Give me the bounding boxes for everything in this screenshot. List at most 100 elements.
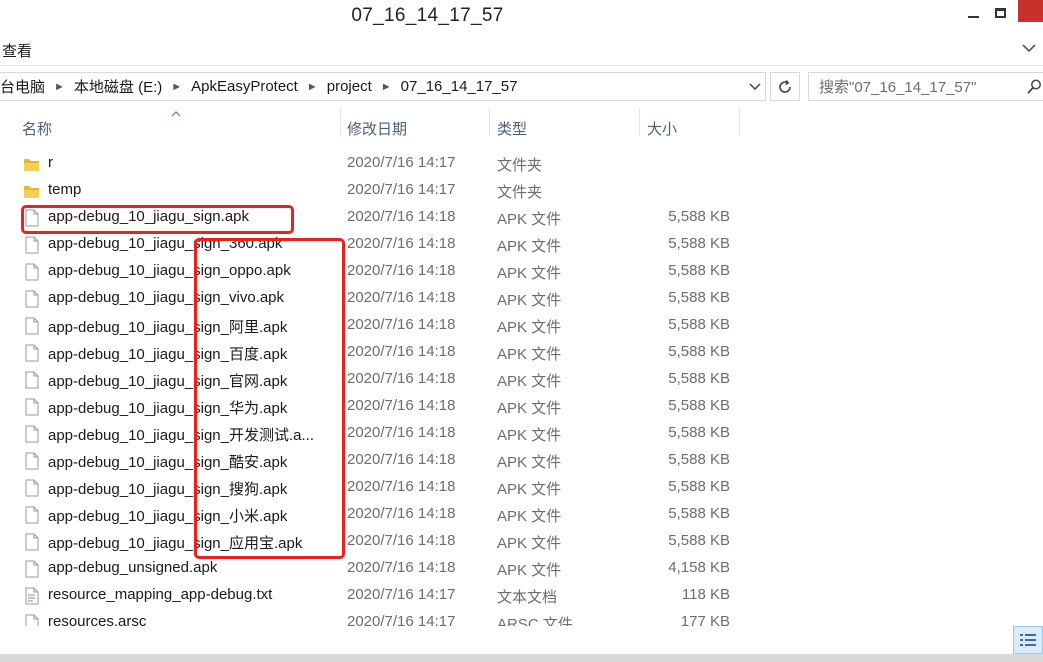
file-icon bbox=[25, 533, 39, 551]
search-input[interactable]: 搜索"07_16_14_17_57" bbox=[808, 72, 1043, 101]
file-icon bbox=[25, 317, 39, 335]
address-bar[interactable]: 台电脑 ► 本地磁盘 (E:) ► ApkEasyProtect ► proje… bbox=[0, 72, 766, 101]
file-size: 5,588 KB bbox=[668, 208, 730, 225]
file-type: APK 文件 bbox=[497, 265, 562, 282]
breadcrumb-separator-icon[interactable]: ► bbox=[49, 81, 70, 93]
file-row[interactable]: app-debug_10_jiagu_sign_阿里.apk 2020/7/16 … bbox=[0, 312, 1015, 339]
file-name: resources.arsc bbox=[48, 613, 147, 626]
file-name: app-debug_10_jiagu_sign_官网.apk bbox=[48, 373, 288, 390]
file-name: app-debug_10_jiagu_sign_酷安.apk bbox=[48, 454, 288, 471]
minimize-button[interactable] bbox=[958, 0, 988, 26]
breadcrumb-separator-icon[interactable]: ► bbox=[302, 81, 323, 93]
file-name: app-debug_10_jiagu_sign_阿里.apk bbox=[48, 319, 288, 336]
file-row[interactable]: temp 2020/7/16 14:17 文件夹 bbox=[0, 177, 1015, 204]
breadcrumb-separator-icon[interactable]: ► bbox=[376, 81, 397, 93]
column-header-modified[interactable]: 修改日期 bbox=[347, 118, 407, 139]
breadcrumb-local-disk[interactable]: 本地磁盘 (E:) bbox=[70, 76, 166, 97]
file-icon bbox=[25, 236, 39, 254]
maximize-icon bbox=[994, 8, 1006, 18]
file-modified-date: 2020/7/16 14:17 bbox=[347, 586, 456, 603]
file-row[interactable]: app-debug_10_jiagu_sign_官网.apk 2020/7/16 … bbox=[0, 366, 1015, 393]
breadcrumb-current-folder[interactable]: 07_16_14_17_57 bbox=[397, 78, 522, 95]
file-name: app-debug_10_jiagu_sign_oppo.apk bbox=[48, 262, 291, 279]
file-type: APK 文件 bbox=[497, 238, 562, 255]
file-row[interactable]: app-debug_10_jiagu_sign_oppo.apk 2020/7/1… bbox=[0, 258, 1015, 285]
file-size: 4,158 KB bbox=[668, 559, 730, 576]
file-row[interactable]: app-debug_10_jiagu_sign_华为.apk 2020/7/16 … bbox=[0, 393, 1015, 420]
file-row[interactable]: app-debug_10_jiagu_sign_酷安.apk 2020/7/16 … bbox=[0, 447, 1015, 474]
file-row[interactable]: app-debug_10_jiagu_sign_开发测试.a... 2020/7/… bbox=[0, 420, 1015, 447]
address-dropdown-icon[interactable] bbox=[749, 82, 761, 92]
file-size: 5,588 KB bbox=[668, 424, 730, 441]
file-size: 5,588 KB bbox=[668, 316, 730, 333]
file-icon bbox=[25, 506, 39, 524]
file-row[interactable]: app-debug_10_jiagu_sign_搜狗.apk 2020/7/16 … bbox=[0, 474, 1015, 501]
file-name: app-debug_10_jiagu_sign.apk bbox=[48, 208, 250, 225]
column-header-size[interactable]: 大小 bbox=[647, 118, 677, 139]
file-icon bbox=[25, 479, 39, 497]
file-icon bbox=[25, 398, 39, 416]
file-type: APK 文件 bbox=[497, 427, 562, 444]
file-row[interactable]: app-debug_10_jiagu_sign_vivo.apk 2020/7/1… bbox=[0, 285, 1015, 312]
file-size: 5,588 KB bbox=[668, 478, 730, 495]
file-type: APK 文件 bbox=[497, 481, 562, 498]
breadcrumb-this-pc[interactable]: 台电脑 bbox=[0, 76, 49, 97]
file-row[interactable]: resource_mapping_app-debug.txt 2020/7/16 … bbox=[0, 582, 1015, 609]
file-name: app-debug_10_jiagu_sign_华为.apk bbox=[48, 400, 288, 417]
breadcrumb-project[interactable]: project bbox=[323, 78, 376, 95]
search-icon[interactable] bbox=[1027, 79, 1041, 95]
file-row[interactable]: app-debug_10_jiagu_sign_应用宝.apk 2020/7/16… bbox=[0, 528, 1015, 555]
file-row[interactable]: app-debug_10_jiagu_sign_百度.apk 2020/7/16 … bbox=[0, 339, 1015, 366]
file-type: APK 文件 bbox=[497, 400, 562, 417]
file-type: 文件夹 bbox=[497, 157, 543, 174]
chevron-down-icon[interactable] bbox=[1019, 38, 1039, 58]
file-row[interactable]: app-debug_10_jiagu_sign.apk 2020/7/16 14:… bbox=[0, 204, 1015, 231]
title-bar: 07_16_14_17_57 bbox=[0, 0, 1043, 34]
file-size: 5,588 KB bbox=[668, 532, 730, 549]
file-type: ARSC 文件 bbox=[497, 616, 573, 626]
folder-icon bbox=[24, 186, 39, 198]
column-divider[interactable] bbox=[340, 108, 341, 136]
column-divider[interactable] bbox=[739, 108, 740, 136]
file-modified-date: 2020/7/16 14:17 bbox=[347, 181, 456, 198]
tab-view[interactable]: 查看 bbox=[2, 40, 32, 61]
file-row[interactable]: app-debug_unsigned.apk 2020/7/16 14:18 APK… bbox=[0, 555, 1015, 582]
file-icon bbox=[25, 560, 39, 578]
column-divider[interactable] bbox=[639, 108, 640, 136]
file-icon bbox=[25, 452, 39, 470]
file-modified-date: 2020/7/16 14:18 bbox=[347, 451, 456, 468]
file-name: app-debug_10_jiagu_sign_vivo.apk bbox=[48, 289, 285, 306]
file-icon bbox=[25, 371, 39, 389]
search-placeholder: 搜索"07_16_14_17_57" bbox=[819, 79, 977, 96]
file-modified-date: 2020/7/16 14:18 bbox=[347, 505, 456, 522]
maximize-button[interactable] bbox=[985, 0, 1015, 26]
breadcrumb-apkeasyprotect[interactable]: ApkEasyProtect bbox=[187, 78, 302, 95]
file-icon bbox=[25, 290, 39, 308]
file-size: 177 KB bbox=[680, 613, 730, 626]
file-size: 5,588 KB bbox=[668, 451, 730, 468]
file-size: 118 KB bbox=[681, 586, 730, 603]
close-button[interactable] bbox=[1018, 0, 1043, 22]
file-row[interactable]: app-debug_10_jiagu_sign_小米.apk 2020/7/16 … bbox=[0, 501, 1015, 528]
details-view-button[interactable] bbox=[1013, 626, 1043, 654]
column-header-type[interactable]: 类型 bbox=[497, 118, 527, 139]
file-type: APK 文件 bbox=[497, 319, 562, 336]
column-divider[interactable] bbox=[489, 108, 490, 136]
file-row[interactable]: r 2020/7/16 14:17 文件夹 bbox=[0, 150, 1015, 177]
breadcrumb-separator-icon[interactable]: ► bbox=[166, 81, 187, 93]
column-header-name[interactable]: 名称 bbox=[22, 118, 52, 139]
file-size: 5,588 KB bbox=[668, 343, 730, 360]
refresh-icon bbox=[779, 79, 791, 93]
file-type: APK 文件 bbox=[497, 508, 562, 525]
minimize-icon bbox=[967, 16, 979, 18]
horizontal-scrollbar[interactable] bbox=[0, 654, 1043, 662]
file-row[interactable]: resources.arsc 2020/7/16 14:17 ARSC 文件 177 … bbox=[0, 609, 1015, 626]
file-icon bbox=[25, 209, 39, 227]
window-title: 07_16_14_17_57 bbox=[351, 5, 504, 26]
file-name: app-debug_10_jiagu_sign_搜狗.apk bbox=[48, 481, 288, 498]
file-type: APK 文件 bbox=[497, 211, 562, 228]
file-row[interactable]: app-debug_10_jiagu_sign_360.apk 2020/7/16… bbox=[0, 231, 1015, 258]
refresh-button[interactable] bbox=[770, 72, 800, 101]
folder-icon bbox=[24, 159, 39, 171]
file-name: app-debug_10_jiagu_sign_应用宝.apk bbox=[48, 535, 303, 552]
